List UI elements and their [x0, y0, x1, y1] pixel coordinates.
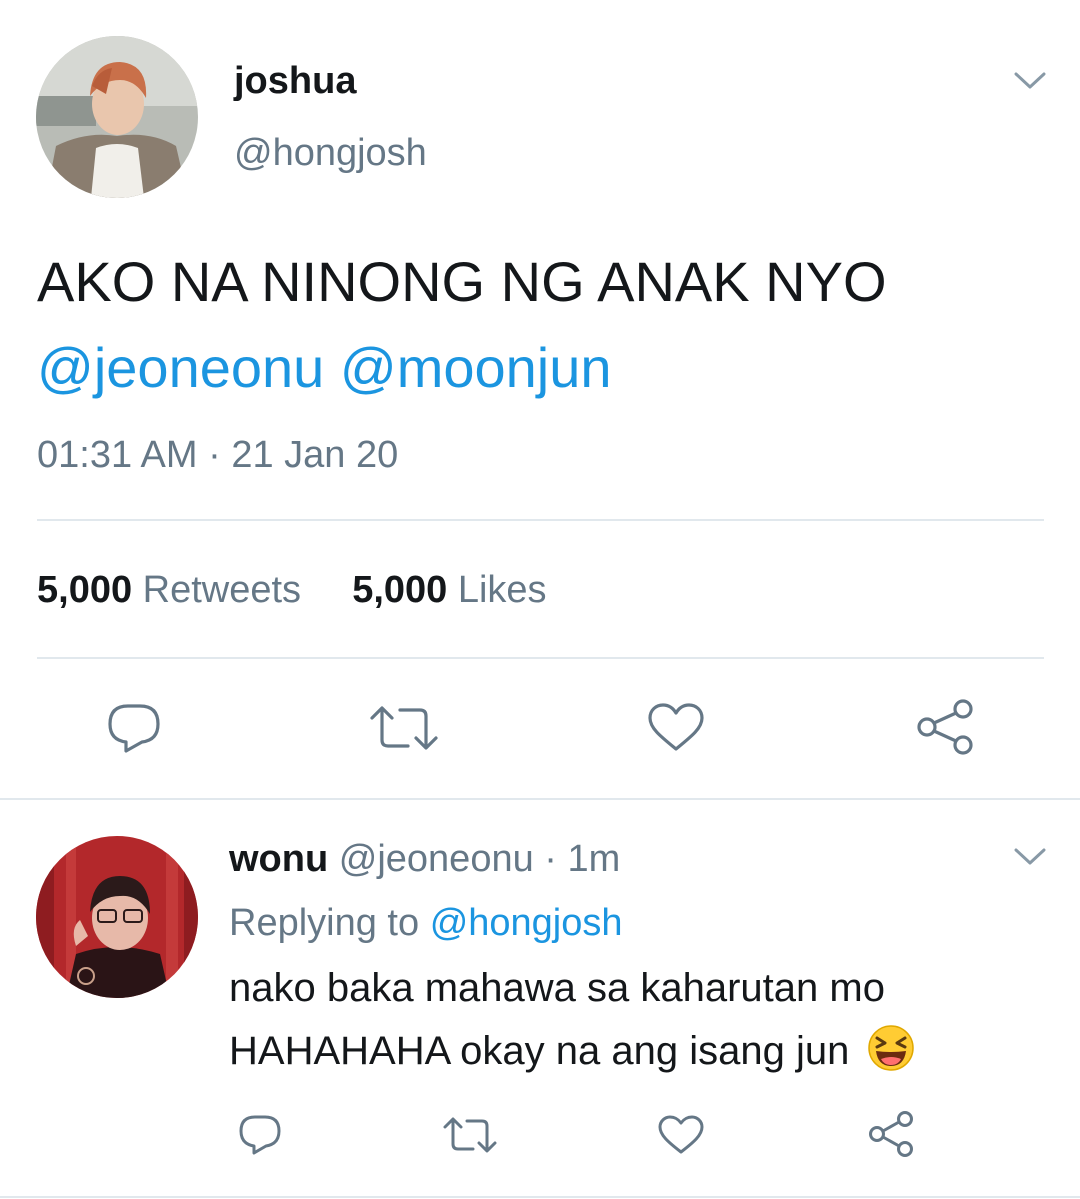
mention-link[interactable]: @jeoneonu	[37, 336, 324, 399]
time-separator: ·	[544, 838, 557, 880]
chevron-down-icon	[1014, 848, 1046, 865]
retweets-count: 5,000	[37, 569, 133, 611]
retweets-label: Retweets	[142, 569, 302, 611]
like-button[interactable]	[646, 702, 706, 754]
divider	[37, 519, 1044, 521]
author-handle[interactable]: @jeoneonu	[339, 838, 534, 880]
author-handle[interactable]: @hongjosh	[234, 130, 427, 176]
replying-to-link[interactable]: @hongjosh	[430, 902, 623, 944]
reply-tweet[interactable]: wonu @jeoneonu · 1m Replying to @hongjos…	[0, 800, 1080, 1199]
reply-button[interactable]	[104, 700, 164, 754]
bottom-divider	[0, 1196, 1080, 1198]
chevron-down-icon	[1014, 72, 1046, 89]
tweet-text: AKO NA NINONG NG ANAK NYO	[37, 250, 887, 313]
divider	[37, 657, 1044, 659]
main-tweet: joshua @hongjosh AKO NA NINONG NG ANAK N…	[0, 0, 1080, 800]
heart-icon	[648, 703, 704, 751]
retweet-icon	[370, 706, 438, 750]
reply-icon	[108, 704, 160, 753]
avatar[interactable]	[36, 836, 198, 998]
likes-stat[interactable]: 5,000 Likes	[352, 569, 546, 611]
author-name[interactable]: joshua	[234, 58, 356, 104]
avatar-photo	[36, 836, 198, 998]
reply-icon	[239, 1115, 281, 1155]
share-button[interactable]	[914, 698, 976, 756]
time-ago[interactable]: 1m	[568, 838, 621, 880]
retweet-button[interactable]	[442, 1114, 498, 1156]
laughing-emoji-icon	[866, 1024, 916, 1083]
avatar-photo	[36, 36, 198, 198]
share-button[interactable]	[866, 1110, 916, 1158]
retweet-icon	[443, 1117, 497, 1153]
reply-text-line-2-text: HAHAHAHA okay na ang isang jun	[229, 1029, 850, 1074]
like-button[interactable]	[656, 1114, 706, 1156]
replying-prefix: Replying to	[229, 902, 420, 944]
tweet-stats: 5,000 Retweets 5,000 Likes	[37, 567, 547, 613]
tweet-mentions: @jeoneonu @moonjun	[37, 336, 612, 400]
retweets-stat[interactable]: 5,000 Retweets	[37, 569, 312, 611]
likes-count: 5,000	[352, 569, 448, 611]
share-icon	[917, 699, 973, 755]
likes-label: Likes	[457, 569, 547, 611]
author-name[interactable]: wonu	[229, 838, 328, 880]
reply-text-line-2: HAHAHAHA okay na ang isang jun	[229, 1024, 916, 1083]
mention-link[interactable]: @moonjun	[340, 336, 612, 399]
avatar[interactable]	[36, 36, 198, 198]
more-options-button[interactable]	[1010, 838, 1050, 874]
heart-icon	[658, 1115, 704, 1154]
reply-header: wonu @jeoneonu · 1m	[229, 836, 620, 882]
more-options-button[interactable]	[1010, 62, 1050, 98]
replying-to: Replying to @hongjosh	[229, 900, 623, 946]
retweet-button[interactable]	[368, 702, 440, 754]
reply-text-line-1: nako baka mahawa sa kaharutan mo	[229, 966, 885, 1010]
share-icon	[869, 1111, 913, 1157]
reply-button[interactable]	[236, 1112, 284, 1156]
tweet-timestamp[interactable]: 01:31 AM · 21 Jan 20	[37, 432, 398, 478]
